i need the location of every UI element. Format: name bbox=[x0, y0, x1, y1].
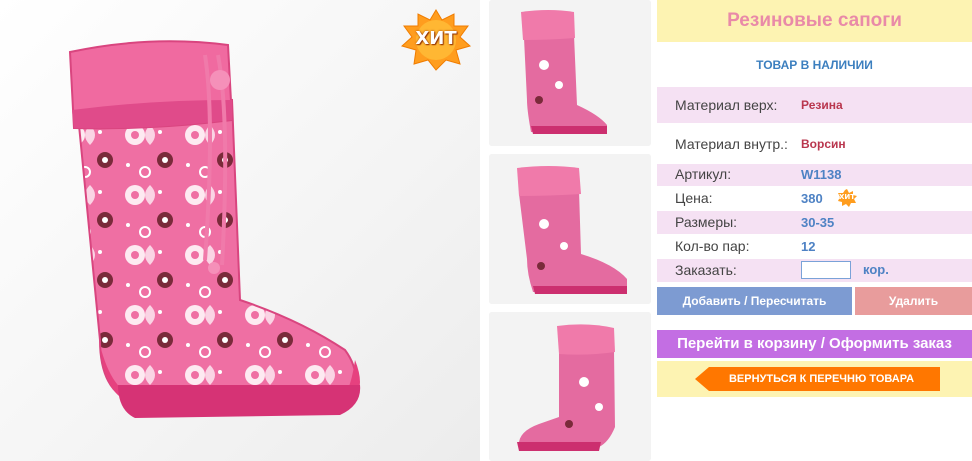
go-to-cart-button[interactable]: Перейти в корзину / Оформить заказ bbox=[657, 330, 972, 358]
detail-value: Резина bbox=[801, 98, 843, 112]
back-button-container: ВЕРНУТЬСЯ К ПЕРЕЧНЮ ТОВАРА bbox=[657, 361, 972, 397]
stock-status: ТОВАР В НАЛИЧИИ bbox=[756, 58, 873, 72]
detail-row-article: Артикул: W1138 bbox=[657, 164, 972, 186]
detail-label: Размеры: bbox=[675, 214, 738, 230]
detail-label: Заказать: bbox=[675, 262, 737, 278]
product-info-panel: Резиновые сапоги ТОВАР В НАЛИЧИИ Материа… bbox=[657, 0, 972, 461]
hit-badge: ХИТ bbox=[400, 8, 472, 72]
thumbnail-boot-image bbox=[489, 312, 651, 461]
detail-row-sizes: Размеры: 30-35 bbox=[657, 211, 972, 234]
detail-row-price: Цена: 380 ХИТ bbox=[657, 187, 972, 210]
thumbnail-boot-image bbox=[489, 0, 651, 146]
quantity-input[interactable] bbox=[801, 261, 851, 279]
product-title: Резиновые сапоги bbox=[657, 0, 972, 42]
back-button-label: ВЕРНУТЬСЯ К ПЕРЕЧНЮ ТОВАРА bbox=[728, 373, 915, 385]
mini-hit-label: ХИТ bbox=[838, 193, 856, 201]
thumbnail-boot-image bbox=[489, 154, 651, 304]
detail-label: Артикул: bbox=[675, 166, 732, 182]
thumbnail-3[interactable] bbox=[489, 312, 651, 461]
detail-value: 12 bbox=[801, 239, 816, 254]
detail-row-material-inner: Материал внутр.: Ворсин bbox=[657, 126, 972, 162]
delete-button[interactable]: Удалить bbox=[855, 287, 972, 315]
detail-value: 380 bbox=[801, 191, 823, 206]
detail-label: Цена: bbox=[675, 190, 713, 206]
detail-value: Ворсин bbox=[801, 137, 846, 151]
thumbnail-2[interactable] bbox=[489, 154, 651, 304]
thumbnail-1[interactable] bbox=[489, 0, 651, 146]
detail-value: 30-35 bbox=[801, 215, 835, 230]
detail-row-material-top: Материал верх: Резина bbox=[657, 87, 972, 123]
hit-badge-label: ХИТ bbox=[415, 28, 457, 49]
quantity-unit: кор. bbox=[863, 262, 889, 277]
detail-row-order: Заказать: кор. bbox=[657, 259, 972, 282]
detail-value: W1138 bbox=[801, 167, 842, 182]
detail-label: Материал верх: bbox=[675, 97, 778, 113]
back-to-list-button[interactable]: ВЕРНУТЬСЯ К ПЕРЕЧНЮ ТОВАРА bbox=[695, 367, 940, 391]
detail-row-pairs: Кол-во пар: 12 bbox=[657, 235, 972, 258]
add-recalculate-button[interactable]: Добавить / Пересчитать bbox=[657, 287, 852, 315]
detail-label: Материал внутр.: bbox=[675, 136, 788, 152]
detail-label: Кол-во пар: bbox=[675, 238, 750, 254]
mini-hit-badge: ХИТ bbox=[837, 189, 857, 207]
